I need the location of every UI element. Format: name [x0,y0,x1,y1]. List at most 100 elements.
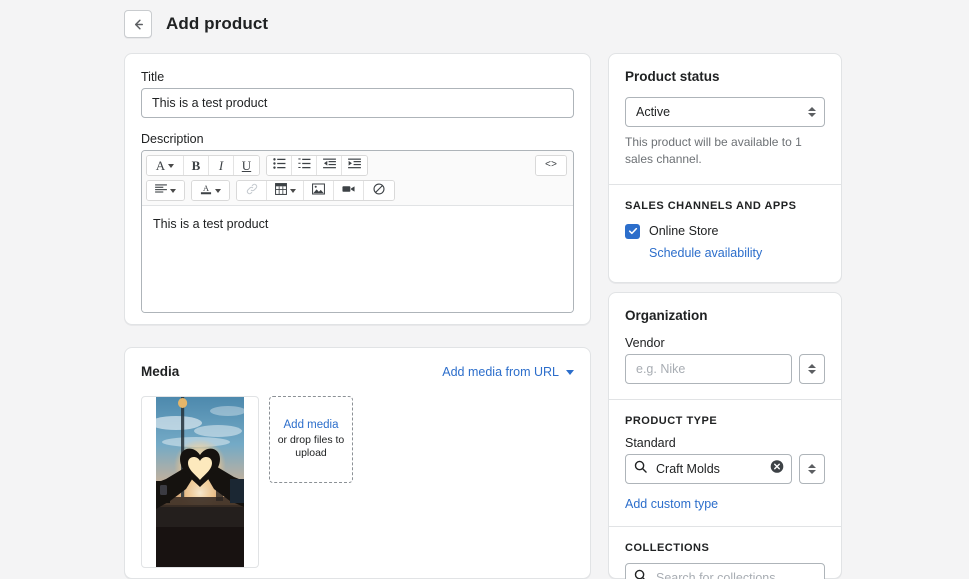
product-type-heading: PRODUCT TYPE [625,415,718,427]
text-format-group: A B I U [146,155,260,176]
product-status-title: Product status [625,69,720,84]
vendor-section: Organization Vendor [609,293,841,399]
vendor-label: Vendor [625,336,665,350]
italic-button[interactable]: I [209,156,234,175]
show-html-button[interactable]: <> [536,156,566,175]
product-status-select-wrapper [625,97,825,127]
list-indent-group [266,155,368,176]
back-button[interactable] [124,10,152,38]
chevron-down-icon [289,188,296,193]
media-header: Media Add media from URL [141,364,574,379]
product-status-help: This product will be available to 1 sale… [625,135,802,167]
no-formatting-icon [373,182,385,199]
editor-toolbar: A B I U <> A [142,151,573,206]
add-custom-type-link[interactable]: Add custom type [625,497,825,511]
checkmark-icon [628,228,637,235]
chevron-down-icon [170,188,176,193]
insert-group [236,180,395,201]
collections-input[interactable] [625,563,825,579]
vendor-row [625,354,825,384]
vendor-input[interactable] [625,354,792,384]
insert-table-dropdown[interactable] [267,181,304,200]
title-label: Title [141,70,165,84]
dropzone-hint: or drop files to upload [277,433,345,459]
add-product-page: Add product Title Description A B I [0,0,969,579]
insert-image-button[interactable] [304,181,334,200]
editor-toolbar-row-2: A [146,179,569,202]
bulleted-list-button[interactable] [267,156,292,175]
text-color-icon: A [200,183,212,199]
outdent-icon [322,158,336,173]
link-icon [246,183,258,199]
arrow-left-icon [131,17,146,32]
insert-video-button[interactable] [334,181,364,200]
triangle-up-icon [808,464,816,468]
title-input[interactable] [141,88,574,118]
clear-formatting-button[interactable] [364,181,394,200]
triangle-down-icon [808,370,816,374]
text-color-group: A [191,180,230,201]
product-type-sublabel: Standard [625,436,676,450]
product-type-row [625,454,825,484]
numbered-list-icon [297,158,311,173]
bold-button[interactable]: B [184,156,209,175]
collections-section: COLLECTIONS [609,527,841,579]
sales-channels-section: SALES CHANNELS AND APPS Online Store Sch… [609,185,841,275]
online-store-row[interactable]: Online Store [625,223,825,239]
description-label: Description [141,132,204,146]
status-section: Product status This product will be avai… [609,54,841,184]
product-details-card: Title Description A B I U [124,53,591,325]
collections-search-field [625,563,825,579]
bullet-list-icon [272,158,286,173]
triangle-up-icon [808,364,816,368]
page-header: Add product [124,10,268,38]
image-icon [312,182,325,199]
editor-toolbar-row-1: A B I U <> [146,154,569,177]
triangle-down-icon [808,470,816,474]
product-type-stepper-button[interactable] [799,454,825,484]
heart-hands-sunset-image [156,397,244,567]
underline-button[interactable]: U [234,156,259,175]
font-style-dropdown[interactable]: A [147,156,184,175]
collections-heading: COLLECTIONS [625,542,710,554]
media-card: Media Add media from URL Add media or dr… [124,347,591,579]
chevron-down-icon [168,163,175,168]
online-store-checkbox[interactable] [625,223,640,239]
add-media-from-url-label: Add media from URL [442,364,559,379]
align-left-icon [155,183,167,198]
align-group [146,180,185,201]
media-title: Media [141,364,180,379]
product-type-search-field [625,454,792,484]
numbered-list-button[interactable] [292,156,317,175]
page-title: Add product [166,14,269,33]
align-dropdown[interactable] [147,181,184,200]
indent-icon [348,158,361,173]
product-status-card: Product status This product will be avai… [608,53,842,283]
clear-product-type-button[interactable] [770,460,784,479]
product-type-input[interactable] [625,454,792,484]
html-group: <> [535,155,567,176]
indent-button[interactable] [342,156,367,175]
description-body[interactable]: This is a test product [142,206,573,312]
organization-title: Organization [625,308,708,323]
add-media-from-url-button[interactable]: Add media from URL [442,365,574,379]
video-icon [342,183,355,198]
schedule-availability-link[interactable]: Schedule availability [649,246,825,260]
code-icon: <> [544,160,557,171]
vendor-stepper-button[interactable] [799,354,825,384]
sales-channels-heading: SALES CHANNELS AND APPS [625,199,797,212]
description-editor: A B I U <> A This is a test product [141,150,574,313]
media-items: Add media or drop files to upload [141,396,574,568]
chevron-down-icon [566,369,574,375]
add-media-link[interactable]: Add media [284,419,339,431]
product-type-section: PRODUCT TYPE Standard Craft Molds Add cu… [609,400,841,526]
text-color-dropdown[interactable]: A [192,181,229,200]
outdent-button[interactable] [317,156,342,175]
media-dropzone[interactable]: Add media or drop files to upload [269,396,353,483]
svg-text:A: A [203,183,209,192]
chevron-down-icon [215,188,221,193]
insert-link-button[interactable] [237,181,267,200]
product-status-select[interactable] [625,97,825,127]
media-thumbnail[interactable] [141,396,259,568]
online-store-label: Online Store [649,224,719,239]
